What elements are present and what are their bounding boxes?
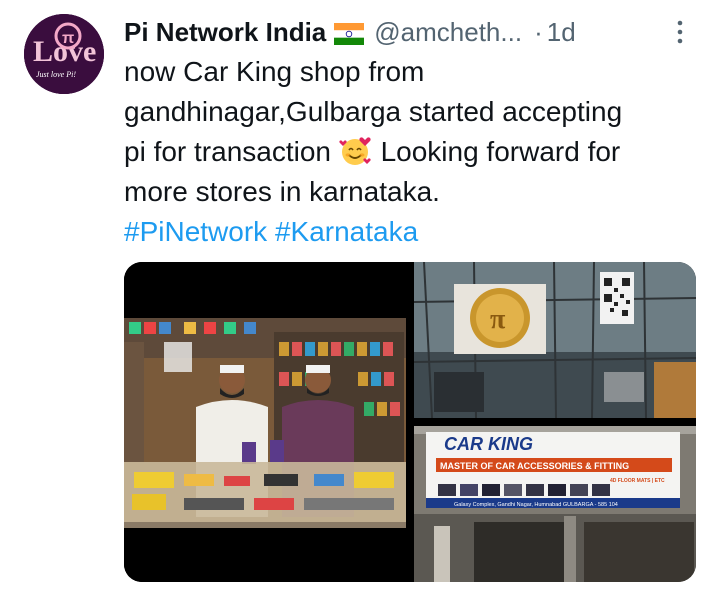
more-options-icon[interactable]	[668, 14, 692, 50]
photo-pi-sticker[interactable]: π	[414, 262, 696, 418]
tweet-text-line: gandhinagar,Gulbarga started accepting	[124, 96, 623, 127]
sign-address: Galaxy Complex, Gandhi Nagar, Humnabad G…	[454, 502, 618, 508]
svg-text:π: π	[62, 30, 74, 47]
india-flag-icon	[334, 21, 365, 45]
author-handle[interactable]: @amcheth...	[374, 17, 522, 48]
photo-shop-owners[interactable]	[124, 262, 406, 582]
tweet-text-segment: pi for transaction	[124, 136, 331, 167]
tweet-text-line: pi for transaction Looking forward for	[124, 132, 704, 172]
smiling-face-with-hearts-icon	[339, 136, 373, 166]
hashtag-karnataka[interactable]: #Karnataka	[275, 216, 418, 247]
sign-subtitle: MASTER OF CAR ACCESSORIES & FITTING	[440, 461, 629, 471]
hashtags-line: #PiNetwork #Karnataka	[124, 212, 704, 252]
tweet-header: Pi Network India @amcheth... · 1d	[124, 12, 684, 52]
sign-title: CAR KING	[444, 434, 533, 454]
profile-avatar[interactable]: Love π Just love Pi!	[24, 14, 104, 94]
svg-text:π: π	[490, 304, 506, 335]
tweet-text-segment: Looking forward for	[380, 136, 621, 167]
hashtag-pinetwork[interactable]: #PiNetwork	[124, 216, 267, 247]
tweet-text-line: more stores in karnataka.	[124, 176, 440, 207]
sign-floor-mats: 4D FLOOR MATS | ETC	[610, 478, 665, 484]
separator-dot: ·	[534, 16, 543, 47]
author-name[interactable]: Pi Network India	[124, 17, 326, 48]
tweet-text-line: now Car King shop from	[124, 56, 425, 87]
avatar-caption: Just love Pi!	[36, 70, 76, 79]
tweet-text: now Car King shop from gandhinagar,Gulba…	[124, 52, 704, 252]
media-grid: π CAR KING MASTER OF CAR ACCESSORIES & F…	[124, 262, 696, 582]
photo-shop-sign[interactable]: CAR KING MASTER OF CAR ACCESSORIES & FIT…	[414, 426, 696, 582]
tweet-timestamp[interactable]: 1d	[547, 17, 576, 48]
